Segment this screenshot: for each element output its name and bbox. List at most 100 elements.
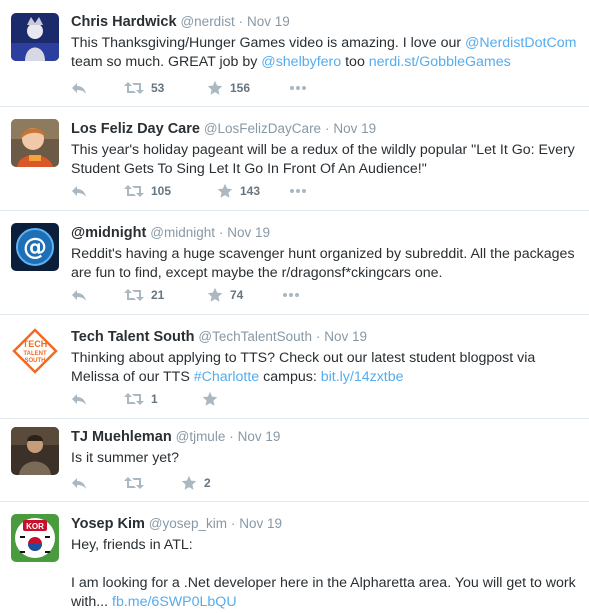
tweet-text-line: Reddit's having a huge scavenger hunt or… — [71, 245, 581, 264]
author-name[interactable]: Tech Talent South — [71, 329, 195, 345]
tweet-text: Hey, friends in ATL: I am looking for a .… — [71, 536, 581, 612]
author-name[interactable]: Yosep Kim — [71, 516, 145, 532]
author-handle[interactable]: @LosFelizDayCare — [204, 121, 321, 136]
retweet-icon — [124, 393, 144, 405]
star-icon — [217, 183, 233, 198]
avatar[interactable]: @ — [11, 223, 59, 271]
more-button[interactable] — [289, 78, 307, 98]
tweet-link[interactable]: #Charlotte — [194, 369, 259, 385]
star-icon — [207, 80, 223, 95]
favorite-button[interactable]: 74 — [207, 285, 243, 305]
tweet-link[interactable]: fb.me/6SWP0LbQU — [112, 594, 237, 610]
tweet[interactable]: KOR Yosep Kim @yosep_kim · Nov 19 Hey, f… — [0, 502, 589, 613]
retweet-button[interactable]: 21 — [124, 285, 164, 305]
tweet-text-segment: Reddit's having a huge scavenger hunt or… — [71, 246, 575, 262]
at-sign-logo-avatar-icon: @ — [11, 223, 59, 271]
avatar[interactable] — [11, 119, 59, 167]
tweet-text-segment: Hey, friends in ATL: — [71, 537, 193, 553]
reply-button[interactable] — [71, 473, 87, 493]
tweet[interactable]: TJ Muehleman @tjmule · Nov 19 Is it summ… — [0, 419, 589, 502]
tweet-text-line: This year's holiday pageant will be a re… — [71, 141, 581, 160]
avatar[interactable] — [11, 13, 59, 61]
tweet-link[interactable]: @NerdistDotCom — [465, 35, 576, 51]
timestamp[interactable]: Nov 19 — [247, 14, 290, 29]
favorite-count: 143 — [240, 184, 261, 198]
svg-text:KOR: KOR — [26, 522, 44, 531]
tweet-header: Chris Hardwick @nerdist · Nov 19 — [71, 12, 581, 31]
tweet-text-line: Melissa of our TTS #Charlotte campus: bi… — [71, 368, 581, 387]
tweet-text: Thinking about applying to TTS? Check ou… — [71, 349, 581, 387]
tweet-text: This year's holiday pageant will be a re… — [71, 141, 581, 179]
avatar[interactable]: KOR — [11, 514, 59, 562]
star-icon — [207, 287, 223, 302]
tweet-text: Reddit's having a huge scavenger hunt or… — [71, 245, 581, 283]
timestamp[interactable]: Nov 19 — [239, 516, 282, 531]
separator-dot: · — [238, 14, 244, 29]
tweet[interactable]: Chris Hardwick @nerdist · Nov 19 This Th… — [0, 0, 589, 107]
author-handle[interactable]: @yosep_kim — [149, 516, 227, 531]
author-name[interactable]: @midnight — [71, 225, 146, 241]
favorite-button[interactable]: 2 — [181, 473, 211, 493]
tweet-text-segment: campus: — [259, 369, 321, 385]
reply-button[interactable] — [71, 285, 87, 305]
tweet[interactable]: Los Feliz Day Care @LosFelizDayCare · No… — [0, 107, 589, 211]
retweet-count: 21 — [151, 288, 165, 302]
person-costume-avatar-icon — [11, 13, 59, 61]
tweet-text-segment: are fun to find, except maybe the r/drag… — [71, 265, 443, 281]
timestamp[interactable]: Nov 19 — [333, 121, 376, 136]
svg-text:SOUTH: SOUTH — [25, 358, 46, 364]
tweet-header: Tech Talent South @TechTalentSouth · Nov… — [71, 327, 581, 346]
retweet-button[interactable]: 1 — [124, 389, 158, 409]
tweet-text-line: team so much. GREAT job by @shelbyfero t… — [71, 53, 581, 72]
author-handle[interactable]: @nerdist — [180, 14, 234, 29]
tweet[interactable]: @ @midnight @midnight · Nov 19 Reddit's … — [0, 211, 589, 315]
timestamp[interactable]: Nov 19 — [324, 329, 367, 344]
reply-button[interactable] — [71, 181, 87, 201]
author-name[interactable]: Chris Hardwick — [71, 14, 177, 30]
avatar[interactable] — [11, 427, 59, 475]
author-name[interactable]: TJ Muehleman — [71, 429, 172, 445]
child-photo-avatar-icon — [11, 119, 59, 167]
svg-text:TALENT: TALENT — [23, 351, 47, 357]
tweet-text-segment: team so much. GREAT job by — [71, 54, 262, 70]
tweet-text-segment: with... — [71, 594, 112, 610]
avatar[interactable]: TECH TALENT SOUTH — [11, 327, 59, 375]
man-photo-avatar-icon — [11, 427, 59, 475]
retweet-icon — [124, 185, 144, 197]
tweet-text-segment: Is it summer yet? — [71, 450, 180, 466]
timestamp[interactable]: Nov 19 — [227, 225, 270, 240]
author-handle[interactable]: @tjmule — [176, 429, 226, 444]
tweet-text-segment: Thinking about applying to TTS? Check ou… — [71, 350, 536, 366]
tweet-text-line: are fun to find, except maybe the r/drag… — [71, 264, 581, 283]
tweet-link[interactable]: @shelbyfero — [261, 54, 341, 70]
tweet-text-line: with... fb.me/6SWP0LbQU — [71, 593, 581, 612]
retweet-button[interactable]: 53 — [124, 78, 164, 98]
more-button[interactable] — [289, 181, 307, 201]
reply-button[interactable] — [71, 389, 87, 409]
tweet-link[interactable]: nerdi.st/GobbleGames — [369, 54, 511, 70]
timestamp[interactable]: Nov 19 — [238, 429, 281, 444]
retweet-count: 1 — [151, 392, 158, 406]
tweet-header: Yosep Kim @yosep_kim · Nov 19 — [71, 514, 581, 533]
reply-button[interactable] — [71, 78, 87, 98]
tweet[interactable]: TECH TALENT SOUTH Tech Talent South @Tec… — [0, 315, 589, 419]
favorite-button[interactable] — [202, 389, 225, 409]
retweet-button[interactable]: 105 — [124, 181, 171, 201]
favorite-button[interactable]: 156 — [207, 78, 250, 98]
tweet-text-line: Student Gets To Sing Let It Go In Front … — [71, 160, 581, 179]
more-button[interactable] — [282, 285, 300, 305]
author-handle[interactable]: @TechTalentSouth — [198, 329, 312, 344]
tweet-text-line: This Thanksgiving/Hunger Games video is … — [71, 34, 581, 53]
tweet-header: @midnight @midnight · Nov 19 — [71, 223, 581, 242]
separator-dot: · — [229, 429, 234, 444]
favorite-button[interactable]: 143 — [217, 181, 260, 201]
tweet-text-segment: Student Gets To Sing Let It Go In Front … — [71, 161, 427, 177]
tweet-text-line: Is it summer yet? — [71, 449, 581, 468]
retweet-button[interactable] — [124, 473, 151, 493]
author-handle[interactable]: @midnight — [150, 225, 215, 240]
author-name[interactable]: Los Feliz Day Care — [71, 121, 200, 137]
svg-text:@: @ — [23, 233, 47, 261]
more-dots-icon — [290, 189, 306, 193]
tweet-link[interactable]: bit.ly/14zxtbe — [321, 369, 404, 385]
reply-icon — [72, 83, 86, 94]
